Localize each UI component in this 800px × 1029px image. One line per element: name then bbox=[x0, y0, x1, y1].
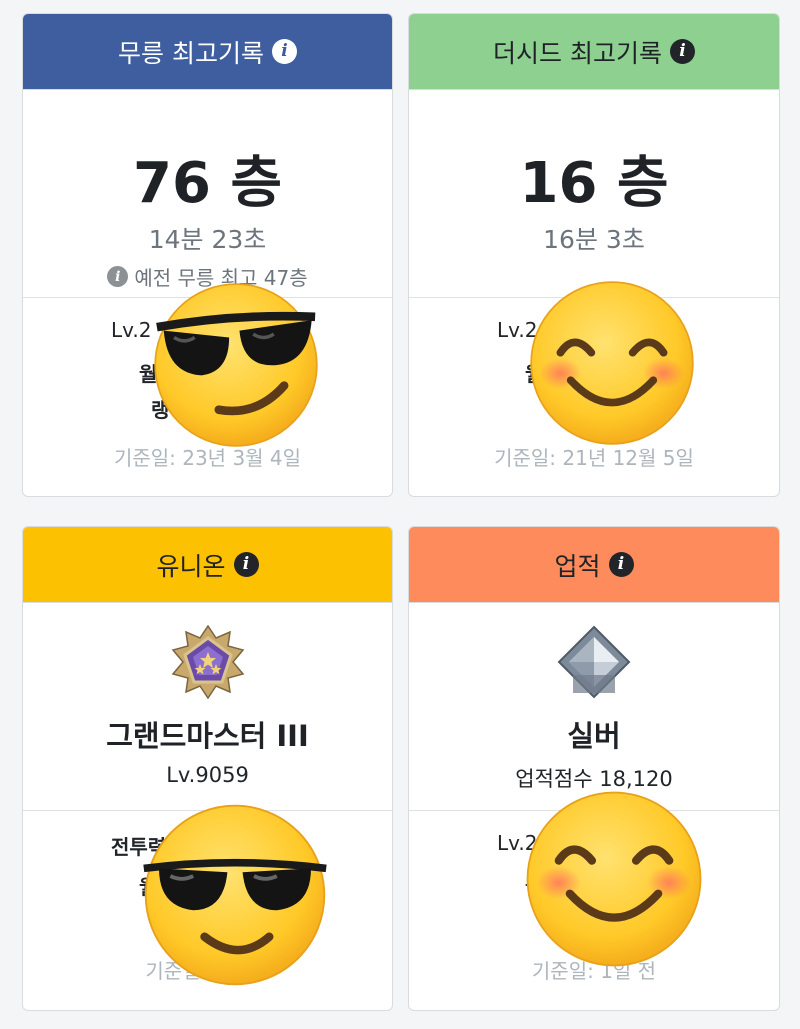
info-icon[interactable]: i bbox=[271, 39, 297, 64]
theseed-time: 16분 3초 bbox=[543, 225, 645, 254]
sunglasses-emoji-icon bbox=[154, 283, 318, 447]
achievement-rank: 실버 업적점수 18,120 bbox=[409, 603, 779, 811]
mureung-time: 14분 23초 bbox=[148, 225, 267, 254]
info-icon[interactable]: i bbox=[669, 39, 695, 64]
mureung-title: 무릉 최고기록 bbox=[118, 38, 264, 68]
silver-emblem-icon bbox=[557, 625, 631, 699]
grandmaster-emblem-icon bbox=[171, 625, 244, 699]
info-icon[interactable]: i bbox=[107, 266, 129, 287]
union-rank-name: 그랜드마스터 III bbox=[106, 719, 309, 753]
union-level: Lv.9059 bbox=[166, 763, 249, 787]
achievement-title: 업적 bbox=[554, 551, 601, 581]
mureung-card-header: 무릉 최고기록 i bbox=[23, 14, 392, 90]
character-level: Lv.2 bbox=[111, 318, 152, 342]
info-icon[interactable]: i bbox=[608, 552, 634, 577]
info-icon[interactable]: i bbox=[233, 552, 259, 577]
smiling-blush-emoji-icon bbox=[530, 281, 694, 445]
theseed-floor: 16 층 bbox=[519, 151, 669, 216]
theseed-title: 더시드 최고기록 bbox=[493, 38, 662, 68]
smiling-blush-emoji-icon bbox=[526, 791, 702, 967]
union-rank: 그랜드마스터 III Lv.9059 bbox=[23, 603, 392, 811]
theseed-card-header: 더시드 최고기록 i bbox=[409, 14, 779, 90]
mureung-stat: 76 층 14분 23초 i 예전 무릉 최고 47층 bbox=[23, 90, 392, 298]
sunglasses-emoji-icon bbox=[143, 804, 327, 986]
mureung-floor: 76 층 bbox=[133, 151, 282, 216]
achievement-rank-name: 실버 bbox=[567, 719, 621, 753]
union-title: 유니온 bbox=[156, 551, 226, 581]
achievement-card-header: 업적 i bbox=[409, 527, 779, 603]
theseed-stat: 16 층 16분 3초 bbox=[409, 90, 779, 298]
union-card-header: 유니온 i bbox=[23, 527, 392, 603]
